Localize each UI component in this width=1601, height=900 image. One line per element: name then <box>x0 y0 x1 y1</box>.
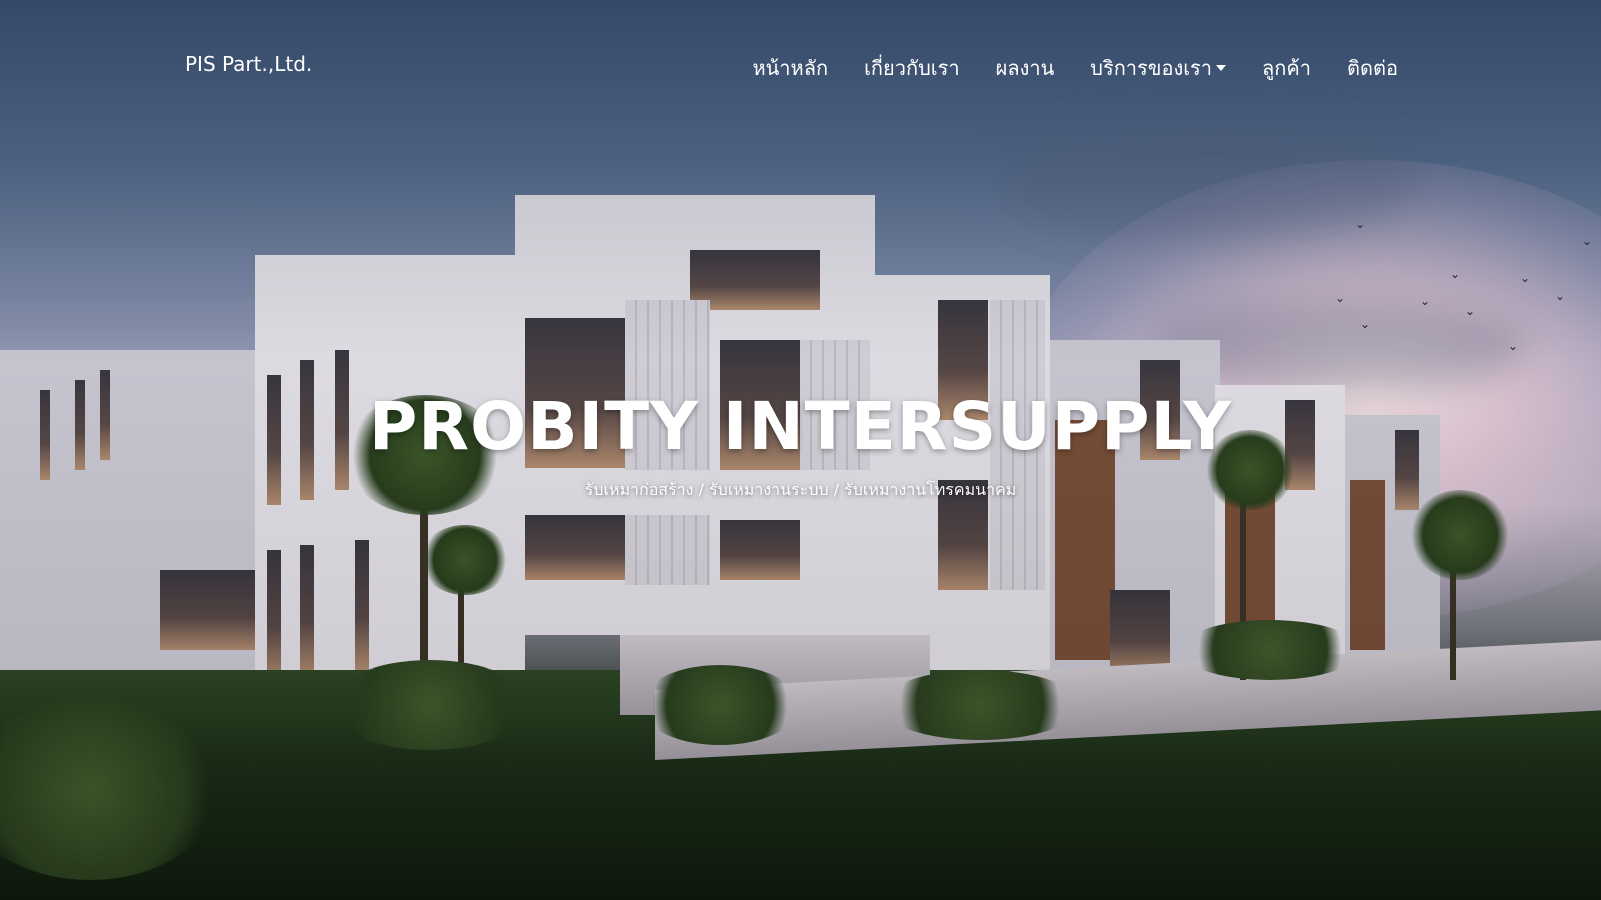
nav-item-contact: ติดต่อ <box>1347 52 1398 84</box>
nav-item-home: หน้าหลัก <box>752 52 828 84</box>
chevron-down-icon <box>1216 65 1227 71</box>
hero-section: ⌄ ⌄ ⌄ ⌄ ⌄ ⌄ ⌄ ⌄ ⌄ ⌄ <box>0 0 1601 900</box>
brand-link[interactable]: PIS Part.,Ltd. <box>185 52 312 76</box>
nav-item-clients: ลูกค้า <box>1262 52 1311 84</box>
nav-item-about: เกี่ยวกับเรา <box>864 52 960 84</box>
nav-link-services-dropdown[interactable]: บริการของเรา <box>1090 56 1227 80</box>
nav-link-contact[interactable]: ติดต่อ <box>1347 56 1398 80</box>
hero-subtitle: รับเหมาก่อสร้าง / รับเหมางานระบบ / รับเห… <box>584 480 1017 499</box>
nav-item-services: บริการของเรา <box>1090 52 1227 84</box>
hero-title: PROBITY INTERSUPPLY <box>368 388 1233 465</box>
nav-link-services-label: บริการของเรา <box>1090 56 1213 80</box>
nav-item-portfolio: ผลงาน <box>996 52 1055 84</box>
nav-link-home[interactable]: หน้าหลัก <box>752 56 828 80</box>
navbar: PIS Part.,Ltd. หน้าหลัก เกี่ยวกับเรา ผลง… <box>0 0 1601 130</box>
nav-link-about[interactable]: เกี่ยวกับเรา <box>864 56 960 80</box>
nav-link-portfolio[interactable]: ผลงาน <box>996 56 1055 80</box>
nav-link-clients[interactable]: ลูกค้า <box>1262 56 1311 80</box>
nav-menu: หน้าหลัก เกี่ยวกับเรา ผลงาน บริการของเรา… <box>752 52 1398 84</box>
